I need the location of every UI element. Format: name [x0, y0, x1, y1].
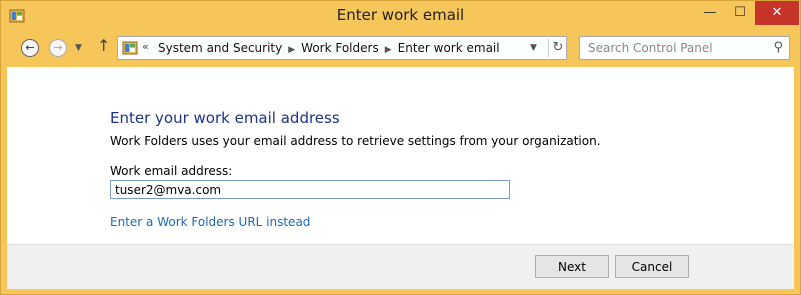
address-bar[interactable]: « System and Security ▶ Work Folders ▶ Enter…	[117, 36, 567, 60]
page-description: Work Folders uses your email address to …	[110, 134, 601, 148]
work-folders-window: Enter work email — ☐ ✕ ← → ▼ ↑ « System …	[0, 0, 801, 295]
navigation-toolbar: ← → ▼ ↑ « System and Security ▶ Work Folde…	[7, 31, 794, 67]
email-field-label: Work email address:	[110, 164, 233, 178]
breadcrumb-enter-work-email[interactable]: Enter work email	[398, 41, 500, 55]
close-button[interactable]: ✕	[755, 1, 799, 25]
forward-button[interactable]: →	[49, 39, 67, 57]
window-title: Enter work email	[336, 6, 465, 24]
main-content: Enter your work email address Work Folde…	[7, 67, 794, 244]
page-title: Enter your work email address	[110, 109, 340, 127]
enter-url-link[interactable]: Enter a Work Folders URL instead	[110, 215, 310, 229]
up-button[interactable]: ↑	[97, 36, 110, 55]
recent-locations-dropdown[interactable]: ▼	[75, 39, 82, 57]
next-button[interactable]: Next	[535, 255, 609, 278]
address-history-dropdown[interactable]: ▼	[530, 39, 537, 57]
search-placeholder[interactable]: Search Control Panel	[588, 41, 713, 55]
refresh-icon[interactable]: ↻	[548, 39, 567, 57]
cancel-button[interactable]: Cancel	[615, 255, 689, 278]
control-panel-icon	[122, 41, 138, 55]
search-icon[interactable]: ⚲	[773, 40, 783, 55]
breadcrumb-system-and-security[interactable]: System and Security	[158, 41, 282, 55]
minimize-button[interactable]: —	[695, 1, 725, 25]
breadcrumb-work-folders[interactable]: Work Folders	[301, 41, 379, 55]
email-field[interactable]	[110, 180, 510, 199]
search-box[interactable]: Search Control Panel ⚲	[579, 36, 790, 60]
breadcrumb-overflow-icon[interactable]: «	[142, 40, 149, 53]
dialog-footer: Next Cancel	[7, 244, 794, 289]
title-bar[interactable]: Enter work email — ☐ ✕	[1, 1, 800, 31]
back-button[interactable]: ←	[21, 39, 39, 57]
maximize-button[interactable]: ☐	[725, 1, 755, 25]
breadcrumb-separator-icon[interactable]: ▶	[385, 45, 392, 55]
breadcrumb: System and Security ▶ Work Folders ▶ Enter w…	[158, 41, 500, 55]
breadcrumb-separator-icon[interactable]: ▶	[288, 45, 295, 55]
